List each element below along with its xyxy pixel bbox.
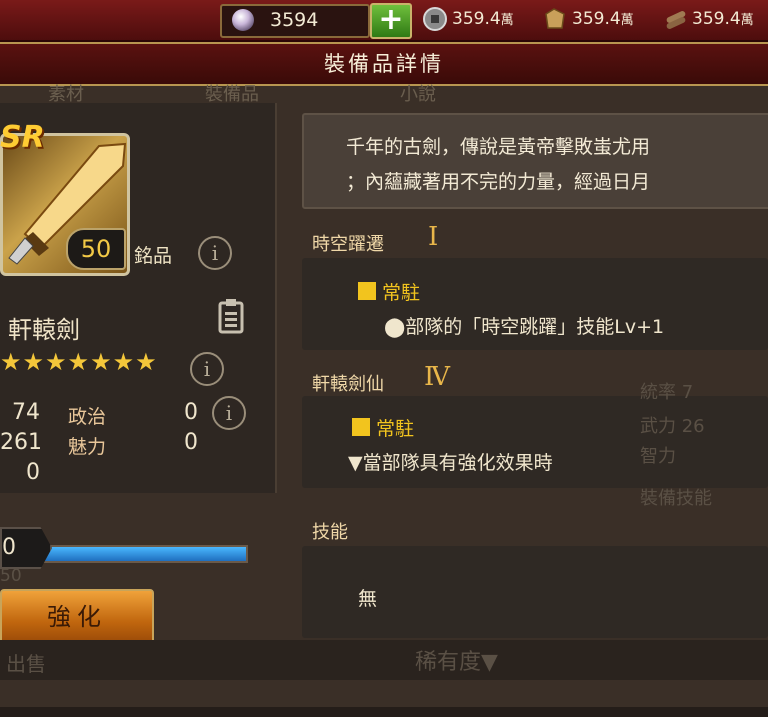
ghost-stat: 武力 26 [640, 416, 705, 437]
strengthen-button[interactable]: 強化 [0, 589, 154, 645]
grain-sack-icon [545, 8, 565, 29]
coin-amount: 359.4萬 [452, 9, 514, 29]
stat-charm-value: 0 [184, 430, 198, 455]
rarity-badge: SR [0, 120, 45, 155]
effect-type: 常駐 [376, 418, 415, 440]
effect-type: 常駐 [382, 282, 421, 304]
section-title: 軒轅劍仙 [312, 374, 384, 395]
ghost-level: 50 [0, 566, 22, 586]
bottom-ghost-bar [0, 640, 768, 680]
section-rank: Ⅰ [428, 222, 439, 252]
bullet-square-icon [358, 282, 376, 300]
ghost-sell: 出售 [6, 652, 46, 676]
item-name: 軒轅劍 [8, 316, 80, 344]
add-gems-button[interactable]: + [370, 3, 412, 39]
stat-value: 0 [26, 460, 40, 485]
coin-icon [423, 7, 447, 31]
description-box [302, 113, 768, 209]
ghost-rarity-sort: 稀有度▼ [415, 650, 498, 675]
exp-bar-fill [38, 547, 246, 561]
effect-text: ▼當部隊具有強化效果時 [348, 452, 553, 474]
ghost-tab-novel: 小說 [400, 84, 436, 105]
stat-value: 74 [12, 400, 40, 425]
stats-info-icon[interactable]: i [212, 396, 246, 430]
stat-label-charm: 魅力 [68, 436, 107, 458]
bullet-square-icon [352, 418, 370, 436]
clipboard-icon[interactable] [218, 298, 244, 334]
ghost-stat: 智力 [640, 446, 676, 467]
stars-info-icon[interactable]: i [190, 352, 224, 386]
description-line: 千年的古劍，傳說是黃帝擊敗蚩尤用 [346, 136, 651, 158]
grain-amount: 359.4萬 [572, 9, 634, 29]
skill-value: 無 [358, 588, 378, 610]
item-grade: 銘品 [134, 245, 173, 267]
ghost-button: 裝備技能 [640, 488, 712, 509]
wood-amount: 359.4萬 [692, 9, 754, 29]
dialog-title: 裝備品詳情 [324, 52, 444, 76]
ghost-stat: 統率 7 [640, 382, 694, 403]
gem-icon [232, 9, 254, 31]
star-rating: ★★★★★★★ [0, 348, 158, 376]
description-line: ；內蘊藏著用不完的力量，經過日月 [346, 171, 651, 193]
skill-title: 技能 [312, 522, 348, 543]
exp-bar [36, 545, 248, 563]
gem-value: 3594 [270, 9, 319, 31]
stat-label-politics: 政治 [68, 406, 107, 428]
grade-info-icon[interactable]: i [198, 236, 232, 270]
section-rank: Ⅳ [424, 362, 450, 392]
item-level-badge: 50 [66, 228, 126, 270]
wood-logs-icon [666, 11, 686, 29]
effect-text: ⬤部隊的「時空跳躍」技能Lv+1 [384, 316, 665, 338]
stat-value: 261 [0, 430, 42, 455]
section-title: 時空躍遷 [312, 234, 384, 255]
ghost-tab-materials: 素材 [48, 84, 84, 105]
ghost-tab-equipment: 裝備品 [205, 84, 259, 105]
stat-politics-value: 0 [184, 400, 198, 425]
